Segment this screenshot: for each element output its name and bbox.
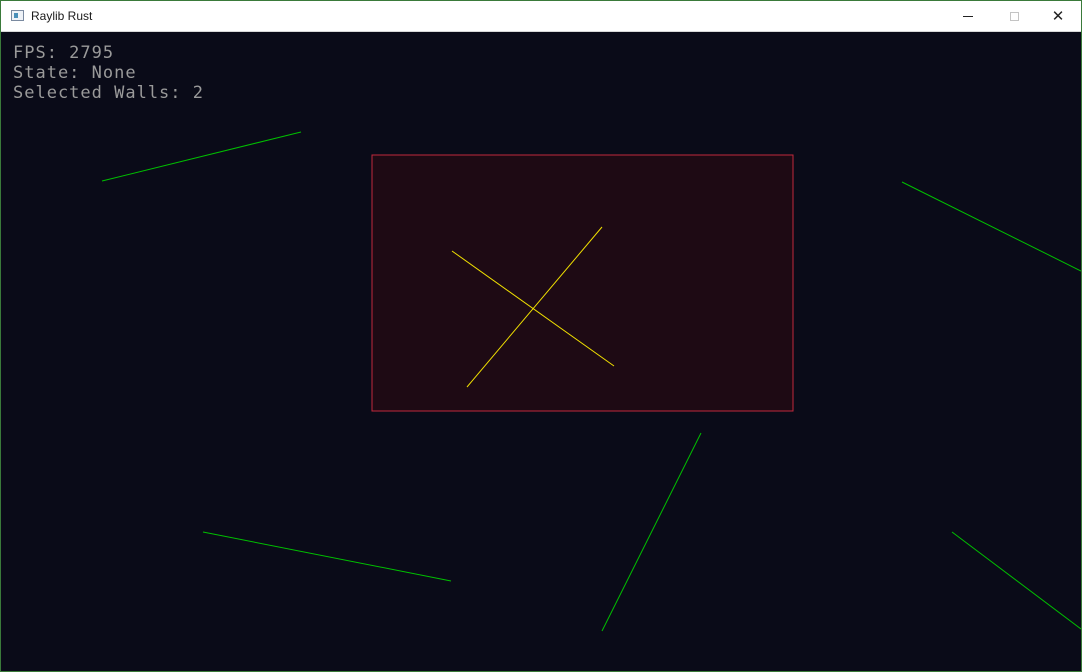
wall[interactable] [901, 181, 1081, 272]
scene-svg [101, 131, 1081, 632]
minimize-button[interactable] [945, 1, 991, 31]
game-canvas[interactable]: FPS: 2795 State: None Selected Walls: 2 [1, 32, 1081, 671]
title-bar[interactable]: Raylib Rust ✕ [1, 1, 1081, 32]
selected-walls-label: Selected Walls: 2 [13, 83, 204, 103]
maximize-button[interactable] [991, 1, 1037, 31]
wall[interactable] [951, 531, 1081, 630]
close-icon: ✕ [1051, 6, 1065, 25]
minimize-icon [963, 15, 973, 17]
wall[interactable] [101, 131, 302, 182]
maximize-icon [1009, 11, 1019, 21]
app-window: Raylib Rust ✕ FPS: 2795 State: None Sele… [0, 0, 1082, 672]
fps-counter: FPS: 2795 [13, 43, 115, 63]
state-label: State: None [13, 63, 137, 83]
wall[interactable] [202, 531, 452, 582]
app-icon [11, 10, 24, 21]
window-title: Raylib Rust [31, 9, 93, 23]
wall[interactable] [601, 432, 702, 632]
close-button[interactable]: ✕ [1035, 1, 1081, 31]
selection-rectangle [371, 154, 794, 412]
